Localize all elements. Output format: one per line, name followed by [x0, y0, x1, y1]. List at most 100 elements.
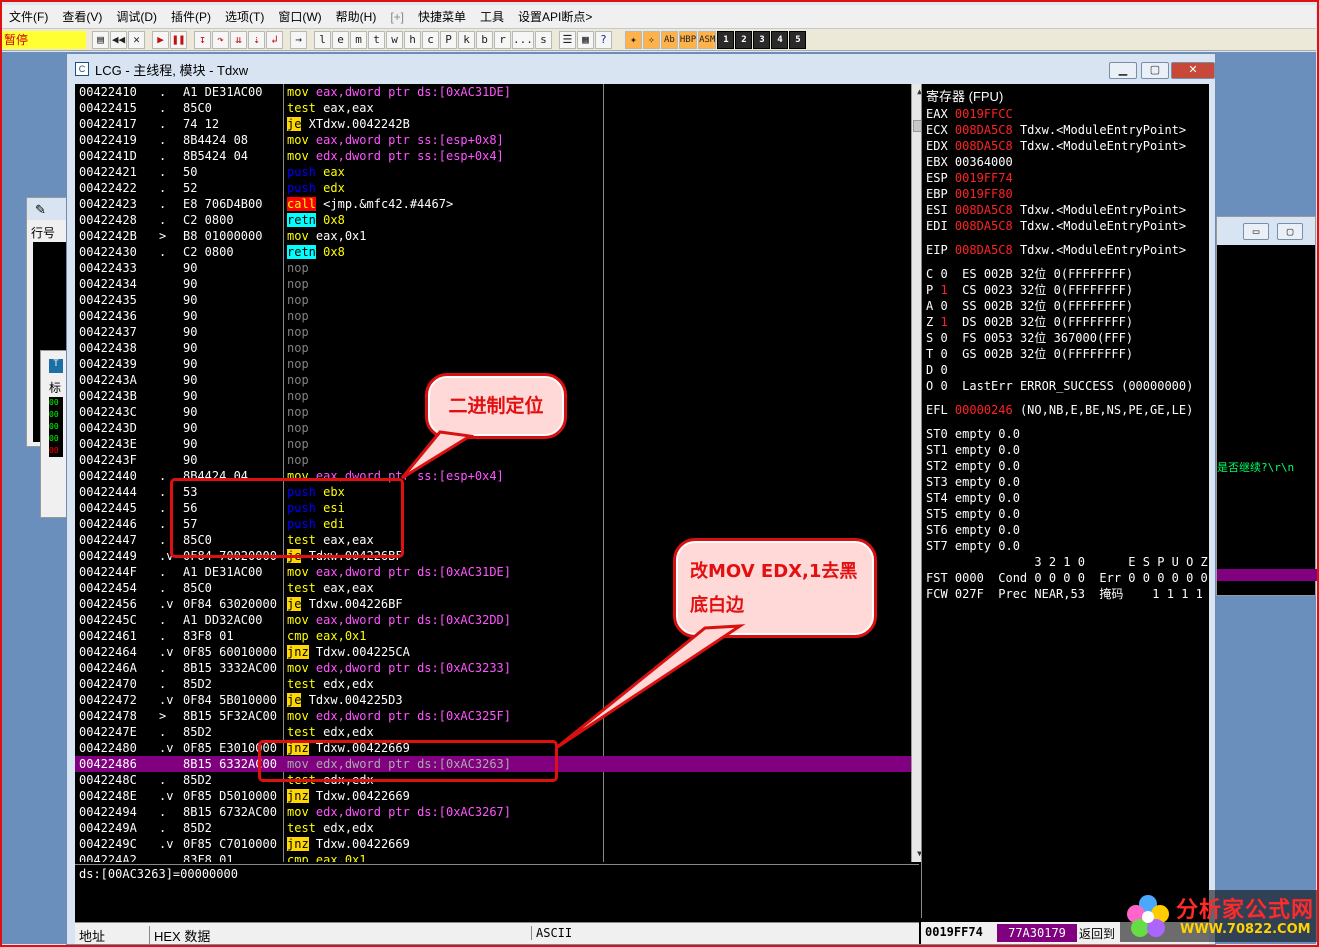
disasm-row[interactable]: 00422419. 8B4424 08 mov eax,dword ptr ss:[…: [75, 132, 911, 148]
disasm-row[interactable]: 00422422. 52 push edx: [75, 180, 911, 196]
minimize-icon[interactable]: ▭: [1243, 223, 1269, 240]
step-over-icon[interactable]: ↷: [212, 30, 229, 49]
toolbar-plugin-button-5[interactable]: 3: [753, 30, 771, 49]
flag-row[interactable]: Z 1 DS 002B 32位 0(FFFFFFFF): [926, 314, 1209, 330]
toolbar-window-button-0[interactable]: l: [314, 30, 331, 49]
toolbar-window-button-3[interactable]: t: [368, 30, 385, 49]
menu-item-4[interactable]: 选项(T): [218, 8, 271, 25]
maximize-icon[interactable]: ▢: [1277, 223, 1303, 240]
register-ebp[interactable]: EBP 0019FF80: [926, 186, 1209, 202]
toolbar-window-button-2[interactable]: m: [350, 30, 367, 49]
register-esp[interactable]: ESP 0019FF74: [926, 170, 1209, 186]
flag-row[interactable]: O 0 LastErr ERROR_SUCCESS (00000000): [926, 378, 1209, 394]
menu-item-5[interactable]: 窗口(W): [271, 8, 328, 25]
tool-icon[interactable]: ✦: [624, 30, 642, 49]
disasm-row[interactable]: 0042246A. 8B15 3332AC00 mov edx,dword ptr …: [75, 660, 911, 676]
menu-item-3[interactable]: 插件(P): [164, 8, 218, 25]
grid-icon[interactable]: ▦: [576, 30, 594, 49]
toolbar-window-button-11[interactable]: ...: [512, 30, 534, 49]
menu-item-1[interactable]: 查看(V): [55, 8, 109, 25]
disasm-row[interactable]: 00422438 90 nop: [75, 340, 911, 356]
disasm-row[interactable]: 00422433 90 nop: [75, 260, 911, 276]
fpu-row[interactable]: ST1 empty 0.0: [926, 442, 1209, 458]
flag-row[interactable]: D 0: [926, 362, 1209, 378]
fst-row[interactable]: FST 0000 Cond 0 0 0 0 Err 0 0 0 0 0 0: [926, 570, 1209, 586]
toolbar-plugin-button-1[interactable]: HBP: [678, 30, 698, 49]
registers-pane[interactable]: 寄存器 (FPU) EAX 0019FFCC ECX 008DA5C8 Tdxw…: [921, 84, 1209, 918]
rewind-icon[interactable]: ◀◀: [110, 30, 127, 49]
disasm-row[interactable]: 00422415. 85C0 test eax,eax: [75, 100, 911, 116]
minimize-button[interactable]: ▁: [1109, 62, 1137, 79]
disasm-row[interactable]: 00422417. 74 12 je XTdxw.0042242B: [75, 116, 911, 132]
open-icon[interactable]: ▤: [92, 30, 109, 49]
close-button[interactable]: ✕: [1171, 62, 1215, 79]
trace-into-icon[interactable]: ⇊: [230, 30, 247, 49]
fpu-row[interactable]: ST3 empty 0.0: [926, 474, 1209, 490]
disasm-row[interactable]: 00422472 .v 0F84 5B010000 je Tdxw.004225D3: [75, 692, 911, 708]
register-edx[interactable]: EDX 008DA5C8 Tdxw.<ModuleEntryPoint>: [926, 138, 1209, 154]
dump-col-ascii[interactable]: ASCII: [531, 926, 572, 940]
goto-icon[interactable]: →: [290, 30, 307, 49]
fpu-row[interactable]: ST5 empty 0.0: [926, 506, 1209, 522]
toolbar-plugin-button-0[interactable]: Ab: [660, 30, 678, 49]
toolbar-plugin-button-6[interactable]: 4: [771, 30, 789, 49]
toolbar-plugin-button-3[interactable]: 1: [717, 30, 735, 49]
toolbar-plugin-button-7[interactable]: 5: [789, 30, 807, 49]
efl-row[interactable]: EFL 00000246 (NO,NB,E,BE,NS,PE,GE,LE): [926, 402, 1209, 418]
toolbar-window-button-8[interactable]: k: [458, 30, 475, 49]
toolbar-window-button-9[interactable]: b: [476, 30, 493, 49]
disasm-row[interactable]: 00422437 90 nop: [75, 324, 911, 340]
help-icon[interactable]: ?: [594, 30, 612, 49]
disasm-row[interactable]: 00422464 .v 0F85 60010000 jnz Tdxw.004225CA: [75, 644, 911, 660]
execute-till-return-icon[interactable]: ↲: [266, 30, 283, 49]
menu-item-9[interactable]: 工具: [473, 8, 511, 25]
step-into-icon[interactable]: ↧: [194, 30, 211, 49]
disasm-row[interactable]: 00422436 90 nop: [75, 308, 911, 324]
right-window-selected-row[interactable]: [1217, 569, 1317, 581]
list-icon[interactable]: ☰: [558, 30, 576, 49]
disasm-row[interactable]: 00422434 90 nop: [75, 276, 911, 292]
disasm-row[interactable]: 00422435 90 nop: [75, 292, 911, 308]
fpu-row[interactable]: ST2 empty 0.0: [926, 458, 1209, 474]
toolbar-window-button-1[interactable]: e: [332, 30, 349, 49]
close-icon[interactable]: ✕: [128, 30, 145, 49]
disasm-row[interactable]: 0042243F 90 nop: [75, 452, 911, 468]
flag-row[interactable]: C 0 ES 002B 32位 0(FFFFFFFF): [926, 266, 1209, 282]
disasm-row[interactable]: 0042249C .v 0F85 C7010000 jnz Tdxw.00422669: [75, 836, 911, 852]
disasm-row[interactable]: 004224A2. 83F8 01 cmp eax,0x1: [75, 852, 911, 862]
disasm-row[interactable]: 00422470. 85D2 test edx,edx: [75, 676, 911, 692]
disasm-row[interactable]: 00422410. A1 DE31AC00 mov eax,dword ptr ds…: [75, 84, 911, 100]
fpu-row[interactable]: ST4 empty 0.0: [926, 490, 1209, 506]
flag-row[interactable]: P 1 CS 0023 32位 0(FFFFFFFF): [926, 282, 1209, 298]
flag-row[interactable]: S 0 FS 0053 32位 367000(FFF): [926, 330, 1209, 346]
menu-item-7[interactable]: [+]: [383, 10, 411, 24]
background-window-right[interactable]: ▭ ▢ 是否继续?\r\n: [1216, 216, 1317, 596]
toolbar-plugin-button-4[interactable]: 2: [735, 30, 753, 49]
disasm-row[interactable]: 0042242B > B8 01000000 mov eax,0x1: [75, 228, 911, 244]
menu-item-2[interactable]: 调试(D): [109, 8, 164, 25]
menu-item-6[interactable]: 帮助(H): [329, 8, 384, 25]
toolbar-window-button-6[interactable]: c: [422, 30, 439, 49]
run-icon[interactable]: ▶: [152, 30, 169, 49]
disasm-row[interactable]: 0042248E .v 0F85 D5010000 jnz Tdxw.00422669: [75, 788, 911, 804]
flag-row[interactable]: T 0 GS 002B 32位 0(FFFFFFFF): [926, 346, 1209, 362]
fpu-row[interactable]: ST7 empty 0.0: [926, 538, 1209, 554]
fcw-row[interactable]: FCW 027F Prec NEAR,53 掩码 1 1 1 1: [926, 586, 1209, 602]
dump-col-hex[interactable]: HEX 数据: [149, 926, 210, 945]
tool2-icon[interactable]: ✧: [642, 30, 660, 49]
disasm-row[interactable]: 00422478 >8B15 5F32AC00 mov edx,dword ptr …: [75, 708, 911, 724]
disasm-row[interactable]: 00422428. C2 0800 retn 0x8: [75, 212, 911, 228]
toolbar-plugin-button-2[interactable]: ASM: [698, 30, 717, 49]
register-eip[interactable]: EIP 008DA5C8 Tdxw.<ModuleEntryPoint>: [926, 242, 1209, 258]
toolbar-window-button-7[interactable]: P: [440, 30, 457, 49]
window-titlebar[interactable]: C LCG - 主线程, 模块 - Tdxw ▁ ▢ ✕: [67, 54, 1215, 84]
menu-item-0[interactable]: 文件(F): [2, 8, 55, 25]
toolbar-window-button-5[interactable]: h: [404, 30, 421, 49]
disasm-row[interactable]: 0042241D. 8B5424 04 mov edx,dword ptr ss:[…: [75, 148, 911, 164]
register-ecx[interactable]: ECX 008DA5C8 Tdxw.<ModuleEntryPoint>: [926, 122, 1209, 138]
dump-col-address[interactable]: 地址: [79, 926, 105, 945]
disasm-row[interactable]: 00422494. 8B15 6732AC00 mov edx,dword ptr …: [75, 804, 911, 820]
register-esi[interactable]: ESI 008DA5C8 Tdxw.<ModuleEntryPoint>: [926, 202, 1209, 218]
trace-over-icon[interactable]: ⇣: [248, 30, 265, 49]
disasm-row[interactable]: 00422421. 50 push eax: [75, 164, 911, 180]
